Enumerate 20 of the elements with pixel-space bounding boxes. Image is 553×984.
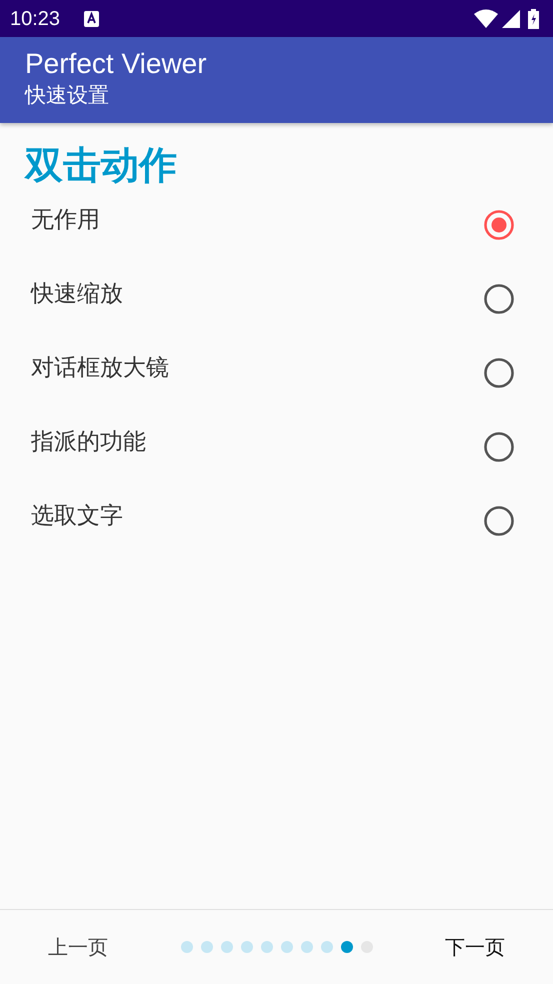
option-label: 无作用 xyxy=(31,206,100,235)
radio-button[interactable] xyxy=(483,505,515,537)
app-title: Perfect Viewer xyxy=(25,47,208,81)
battery-icon xyxy=(528,8,539,28)
section-title: 双击动作 xyxy=(23,142,178,189)
option-label: 指派的功能 xyxy=(31,428,146,457)
radio-button[interactable] xyxy=(483,209,515,241)
radio-button[interactable] xyxy=(483,283,515,315)
app-subtitle: 快速设置 xyxy=(25,82,110,109)
option-label: 对话框放大镜 xyxy=(31,354,169,383)
signal-icon xyxy=(502,10,520,28)
next-button[interactable]: 下一页 xyxy=(441,928,509,966)
option-label: 快速缩放 xyxy=(31,280,123,309)
previous-button[interactable]: 上一页 xyxy=(44,928,112,966)
option-label: 选取文字 xyxy=(31,502,123,531)
wifi-icon xyxy=(474,9,498,28)
radio-button[interactable] xyxy=(483,431,515,463)
notification-icon xyxy=(84,10,100,26)
radio-button[interactable] xyxy=(483,357,515,389)
status-time: 10:23 xyxy=(10,6,60,32)
